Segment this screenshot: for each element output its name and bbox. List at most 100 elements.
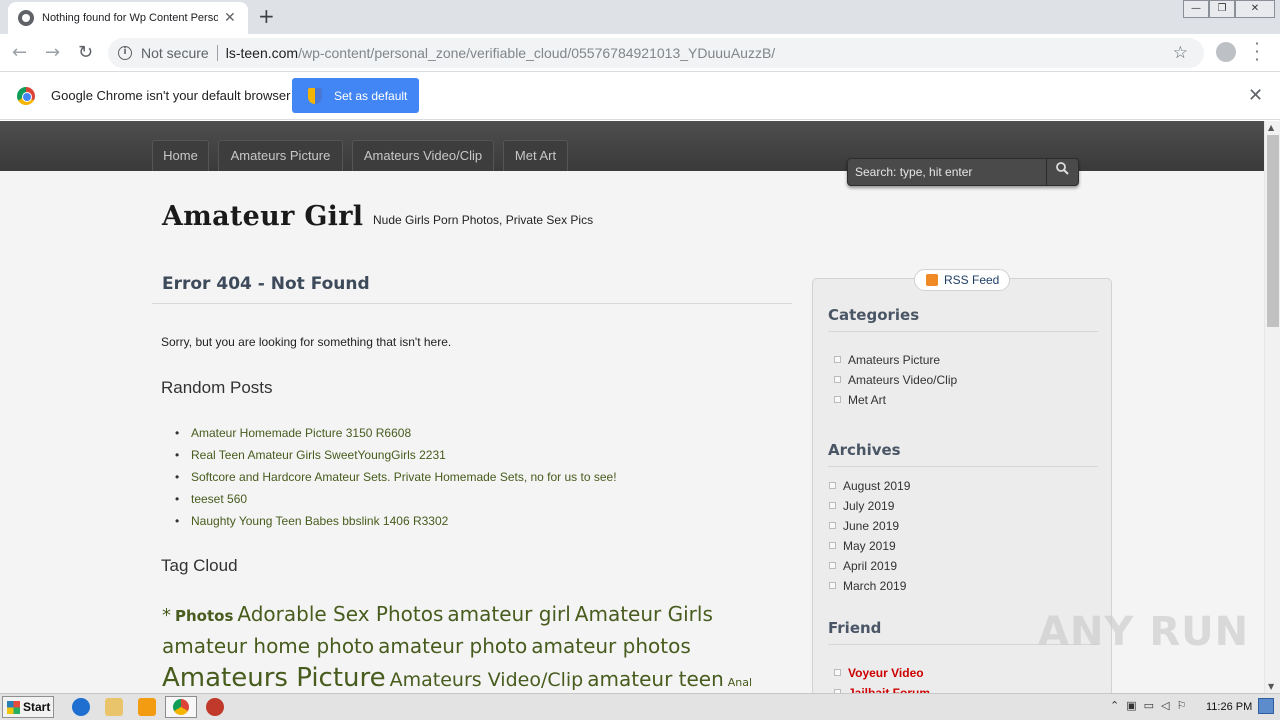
site-title[interactable]: Amateur Girl [162, 201, 363, 232]
web-page: Home Amateurs Picture Amateurs Video/Cli… [0, 121, 1264, 693]
browser-toolbar: ← → ↻ i Not secure ls-teen.com /wp-conte… [0, 34, 1280, 72]
tag-link[interactable]: amateur photo [378, 634, 527, 658]
show-desktop-button[interactable] [1258, 698, 1274, 714]
site-search [847, 158, 1079, 186]
random-post-link[interactable]: Real Teen Amateur Girls SweetYoungGirls … [175, 447, 617, 469]
internet-explorer-icon[interactable] [72, 698, 90, 716]
browser-tab[interactable]: Nothing found for Wp Content Personal Zo… [8, 2, 248, 34]
anyrun-watermark: ANY RUN [1038, 609, 1250, 655]
default-browser-infobar: Google Chrome isn't your default browser… [0, 72, 1280, 120]
archive-link[interactable]: July 2019 [828, 497, 910, 517]
start-button[interactable]: Start [2, 696, 54, 718]
archive-link[interactable]: August 2019 [828, 477, 910, 497]
categories-list: Amateurs Picture Amateurs Video/Clip Met… [833, 351, 957, 411]
flag-icon[interactable]: ⚐ [1177, 699, 1187, 712]
archives-list: August 2019 July 2019 June 2019 May 2019… [828, 477, 910, 597]
random-posts-heading: Random Posts [161, 378, 273, 397]
url-path: /wp-content/personal_zone/verifiable_clo… [298, 45, 776, 61]
tray-expand-icon[interactable]: ⌃ [1110, 699, 1119, 712]
tab-title: Nothing found for Wp Content Personal Zo… [42, 12, 218, 24]
not-secure-label: Not secure [141, 45, 209, 61]
archive-link[interactable]: June 2019 [828, 517, 910, 537]
divider [828, 466, 1098, 467]
random-post-link[interactable]: Amateur Homemade Picture 3150 R6608 [175, 425, 617, 447]
tag-link[interactable]: Photos [175, 607, 233, 625]
error-title: Error 404 - Not Found [162, 274, 370, 294]
rss-label: RSS Feed [944, 273, 1000, 287]
volume-icon[interactable]: ◁ [1161, 699, 1169, 712]
bookmark-star-icon[interactable]: ☆ [1173, 43, 1188, 63]
tag-link[interactable]: Amateurs Picture [162, 663, 386, 693]
random-posts-list: Amateur Homemade Picture 3150 R6608 Real… [175, 425, 617, 535]
categories-heading: Categories [828, 306, 920, 324]
scroll-down-icon[interactable]: ▼ [1268, 682, 1274, 691]
tag-link[interactable]: Adorable Sex Photos [237, 602, 443, 626]
search-input[interactable] [848, 159, 1046, 185]
category-link[interactable]: Met Art [833, 391, 957, 411]
address-bar[interactable]: i Not secure ls-teen.com /wp-content/per… [108, 38, 1204, 68]
back-icon[interactable]: ← [12, 42, 27, 63]
reload-icon[interactable]: ↻ [78, 42, 93, 63]
stop-icon[interactable] [206, 698, 224, 716]
page-scrollbar[interactable]: ▲ ▼ [1264, 121, 1280, 693]
tag-link[interactable]: Amateurs Video/Clip [390, 669, 584, 691]
tab-close-icon[interactable]: ✕ [224, 10, 236, 26]
network-icon[interactable]: ▣ [1126, 699, 1136, 712]
scroll-up-icon[interactable]: ▲ [1268, 123, 1274, 132]
friend-link[interactable]: Jailbait Forum [833, 684, 930, 693]
archive-link[interactable]: May 2019 [828, 537, 910, 557]
scroll-thumb[interactable] [1267, 135, 1279, 327]
new-tab-button[interactable]: + [258, 4, 275, 28]
tag-link[interactable]: Anal [728, 676, 752, 689]
nav-met-art[interactable]: Met Art [503, 140, 568, 171]
globe-icon [18, 10, 34, 26]
restore-button[interactable]: ❐ [1209, 0, 1235, 18]
tag-link[interactable]: amateur home photo [162, 634, 374, 658]
infobar-close-icon[interactable]: ✕ [1248, 85, 1263, 106]
rss-icon [926, 274, 938, 286]
category-link[interactable]: Amateurs Video/Clip [833, 371, 957, 391]
friend-list: Voyeur Video Jailbait Forum [833, 664, 930, 693]
divider [828, 331, 1098, 332]
windows-logo-icon [7, 700, 20, 714]
friend-link[interactable]: Voyeur Video [833, 664, 930, 684]
chrome-icon [173, 699, 189, 715]
chrome-taskbar-button[interactable] [165, 696, 197, 718]
nav-amateurs-picture[interactable]: Amateurs Picture [218, 140, 343, 171]
tag-link[interactable]: amateur photos [531, 634, 691, 658]
archive-link[interactable]: April 2019 [828, 557, 910, 577]
random-post-link[interactable]: teeset 560 [175, 491, 617, 513]
category-link[interactable]: Amateurs Picture [833, 351, 957, 371]
divider [152, 303, 792, 304]
shield-icon [308, 87, 322, 104]
info-icon[interactable]: i [118, 46, 132, 60]
archive-link[interactable]: March 2019 [828, 577, 910, 597]
taskbar: Start ⌃ ▣ ▭ ◁ ⚐ 11:26 PM [0, 693, 1280, 720]
tag-link[interactable]: Amateur Girls [575, 602, 713, 626]
start-label: Start [23, 700, 51, 714]
screen: Nothing found for Wp Content Personal Zo… [0, 0, 1280, 720]
file-explorer-icon[interactable] [105, 698, 123, 716]
menu-dots-icon[interactable]: · · · [1252, 36, 1262, 68]
system-tray: ⌃ ▣ ▭ ◁ ⚐ [1110, 699, 1186, 712]
random-post-link[interactable]: Naughty Young Teen Babes bbslink 1406 R3… [175, 513, 617, 535]
set-as-default-label: Set as default [334, 88, 408, 103]
minimize-button[interactable]: — [1183, 0, 1209, 18]
tag-link[interactable]: * [162, 605, 171, 626]
tab-strip: Nothing found for Wp Content Personal Zo… [0, 0, 1280, 34]
nav-home[interactable]: Home [152, 140, 209, 171]
nav-amateurs-video[interactable]: Amateurs Video/Clip [352, 140, 494, 171]
tag-link[interactable]: amateur teen [587, 667, 724, 691]
rss-feed-link[interactable]: RSS Feed [914, 269, 1010, 291]
forward-icon[interactable]: → [45, 42, 60, 63]
clock[interactable]: 11:26 PM [1206, 701, 1252, 713]
friend-heading: Friend [828, 619, 882, 637]
random-post-link[interactable]: Softcore and Hardcore Amateur Sets. Priv… [175, 469, 617, 491]
set-as-default-button[interactable]: Set as default [292, 78, 419, 113]
tag-link[interactable]: amateur girl [447, 602, 570, 626]
profile-avatar-icon[interactable] [1216, 42, 1236, 62]
media-player-icon[interactable] [138, 698, 156, 716]
search-icon[interactable] [1046, 159, 1078, 185]
display-icon[interactable]: ▭ [1144, 699, 1154, 712]
window-close-button[interactable]: ✕ [1235, 0, 1275, 18]
